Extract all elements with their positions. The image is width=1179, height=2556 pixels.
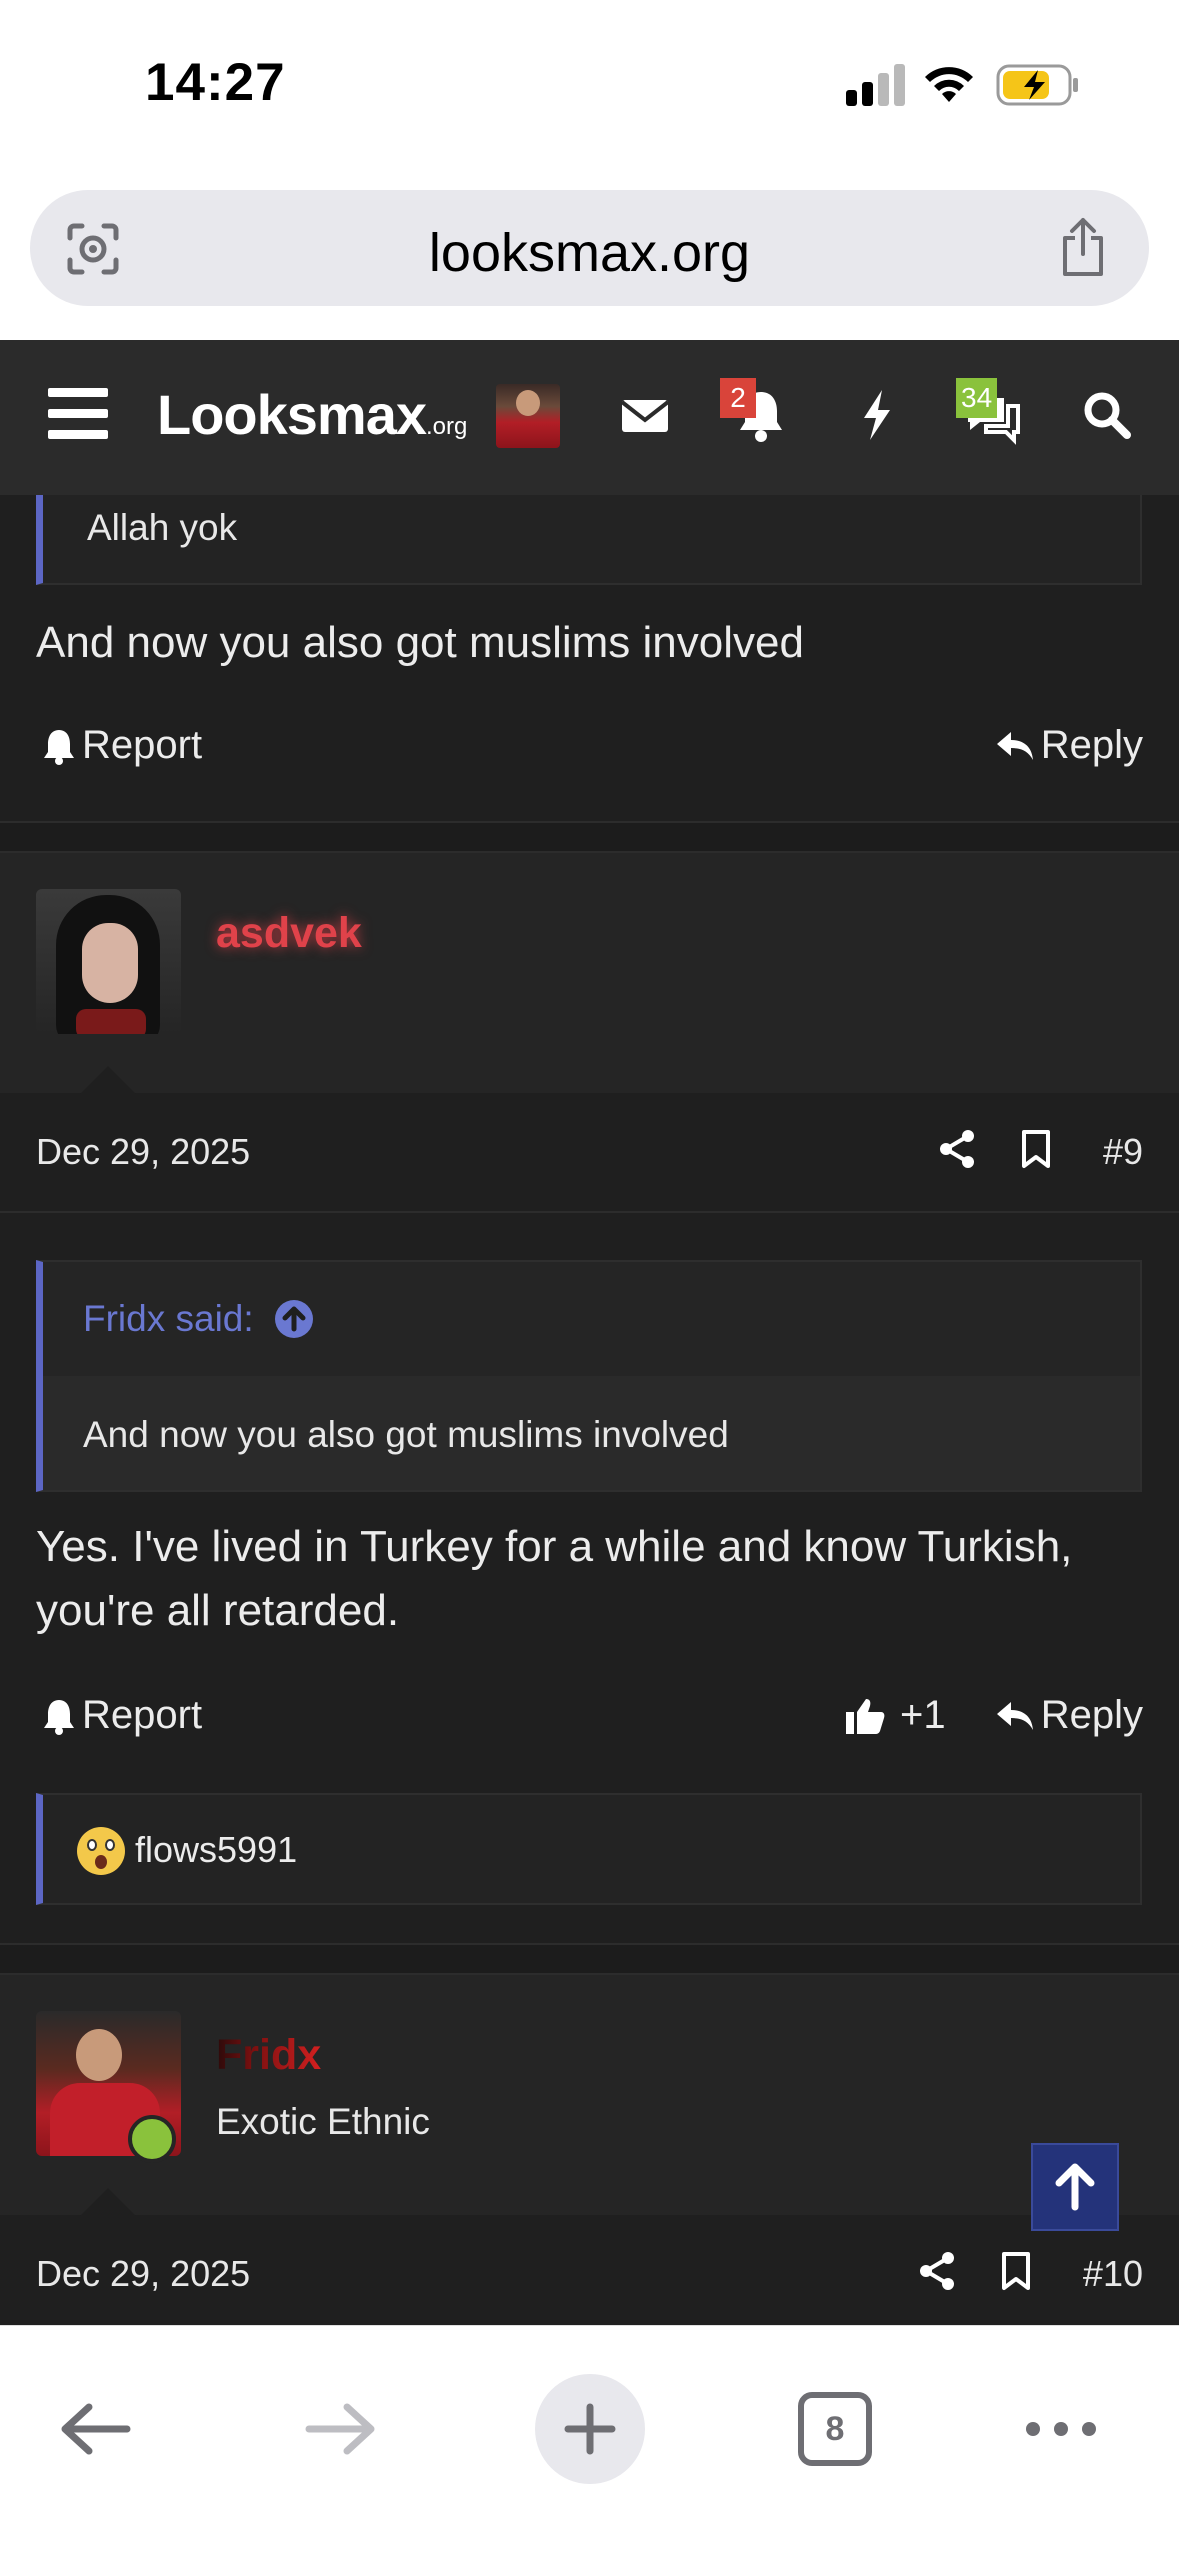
bookmark-icon[interactable]: [1020, 1129, 1052, 1169]
more-button[interactable]: [1006, 2374, 1116, 2484]
url-text: looksmax.org: [428, 223, 751, 283]
site-header: Looksmax.org 2 34: [0, 340, 1179, 495]
whats-new-bolt-icon[interactable]: [842, 380, 912, 450]
report-button[interactable]: Report: [42, 723, 202, 768]
tabs-button[interactable]: 8: [780, 2374, 890, 2484]
site-logo[interactable]: Looksmax.org: [157, 382, 467, 447]
post-separator: [0, 821, 1179, 853]
hamburger-menu-icon[interactable]: [48, 388, 108, 440]
quote-text: Allah yok: [87, 507, 238, 548]
quote-block: Fridx said: And now you also got muslims…: [36, 1260, 1142, 1492]
quote-author-link[interactable]: Fridx said:: [83, 1298, 314, 1340]
post-separator: [0, 1943, 1179, 1975]
browser-address-area: looksmax.org: [0, 170, 1179, 340]
quote-body: And now you also got muslims involved: [43, 1376, 1140, 1490]
account-avatar[interactable]: [496, 384, 560, 448]
post-user-block: asdvek: [0, 853, 1179, 1094]
reply-button[interactable]: Reply: [995, 723, 1143, 768]
like-count: +1: [900, 1693, 946, 1737]
user-arrow: [80, 2188, 136, 2216]
wifi-icon: [925, 67, 973, 102]
post-date[interactable]: Dec 29, 2025: [36, 2253, 250, 2295]
reply-arrow-icon: [996, 731, 1033, 760]
bell-icon: [44, 1699, 74, 1735]
post-body: And now you also got muslims involved: [36, 618, 804, 667]
tabs-icon: 8: [798, 2392, 872, 2466]
arrow-right-icon: [305, 2403, 375, 2455]
tab-count: 8: [825, 2409, 845, 2448]
more-dots-icon: [1026, 2422, 1096, 2436]
like-button[interactable]: +1: [844, 1693, 946, 1738]
thumbs-up-icon: [846, 1698, 885, 1734]
post-number[interactable]: #9: [1103, 1131, 1143, 1173]
quote-author: Fridx said:: [83, 1298, 254, 1339]
post-meta: Dec 29, 2025 #10: [0, 2215, 1179, 2325]
post-number[interactable]: #10: [1083, 2253, 1143, 2295]
post-date[interactable]: Dec 29, 2025: [36, 1131, 250, 1173]
plus-icon: [564, 2403, 616, 2455]
forward-button[interactable]: [286, 2374, 396, 2484]
post-body-line-1: Yes. I've lived in Turkey for a while an…: [36, 1522, 1073, 1571]
status-bar: 14:27: [0, 0, 1179, 170]
address-bar[interactable]: looksmax.org: [30, 190, 1149, 306]
reply-button[interactable]: Reply: [995, 1693, 1143, 1738]
username[interactable]: asdvek: [216, 909, 362, 958]
reply-label: Reply: [1040, 1693, 1143, 1737]
status-time: 14:27: [145, 53, 286, 112]
share-icon[interactable]: [1055, 216, 1111, 278]
reply-label: Reply: [1040, 723, 1143, 767]
quote-block: Allah yok: [36, 495, 1142, 585]
back-button[interactable]: [40, 2374, 150, 2484]
reactions-bar[interactable]: flows5991: [36, 1793, 1142, 1905]
username[interactable]: Fridx: [216, 2031, 321, 2080]
astonished-emoji-icon: [77, 1827, 125, 1875]
report-label: Report: [82, 723, 203, 767]
online-status-dot: [128, 2115, 176, 2163]
share-post-icon[interactable]: [918, 2251, 956, 2291]
reaction-user[interactable]: flows5991: [135, 1829, 297, 1871]
go-to-quote-icon[interactable]: [274, 1299, 314, 1339]
bell-icon: [44, 729, 74, 765]
post-body-line-2: you're all retarded.: [36, 1586, 400, 1635]
search-icon[interactable]: [1072, 380, 1142, 450]
user-avatar[interactable]: [36, 889, 181, 1034]
arrow-left-icon: [61, 2403, 131, 2455]
arrow-up-icon: [1055, 2163, 1095, 2211]
logo-main: Looksmax: [157, 383, 427, 446]
user-arrow: [80, 1066, 136, 1094]
inbox-envelope-icon[interactable]: [610, 380, 680, 450]
quote-text: And now you also got muslims involved: [83, 1414, 729, 1455]
logo-suffix: .org: [426, 413, 468, 440]
quote-header: Fridx said:: [43, 1262, 1140, 1376]
alerts-badge: 2: [720, 378, 756, 418]
share-post-icon[interactable]: [938, 1129, 976, 1169]
cellular-signal-icon: [846, 64, 906, 106]
battery-charging-icon: [996, 64, 1078, 106]
bookmark-icon[interactable]: [1000, 2251, 1032, 2291]
report-label: Report: [82, 1693, 203, 1737]
user-title: Exotic Ethnic: [216, 2101, 430, 2142]
conversations-badge: 34: [956, 378, 998, 418]
scroll-to-top-button[interactable]: [1031, 2143, 1119, 2231]
new-tab-button[interactable]: [535, 2374, 645, 2484]
thread-content: Allah yok And now you also got muslims i…: [0, 495, 1179, 2325]
post-meta: Dec 29, 2025 #9: [0, 1093, 1179, 1213]
post-user-block: Fridx Exotic Ethnic: [0, 1975, 1179, 2216]
reply-arrow-icon: [996, 1701, 1033, 1730]
report-button[interactable]: Report: [42, 1693, 202, 1738]
browser-toolbar: 8: [0, 2325, 1179, 2556]
